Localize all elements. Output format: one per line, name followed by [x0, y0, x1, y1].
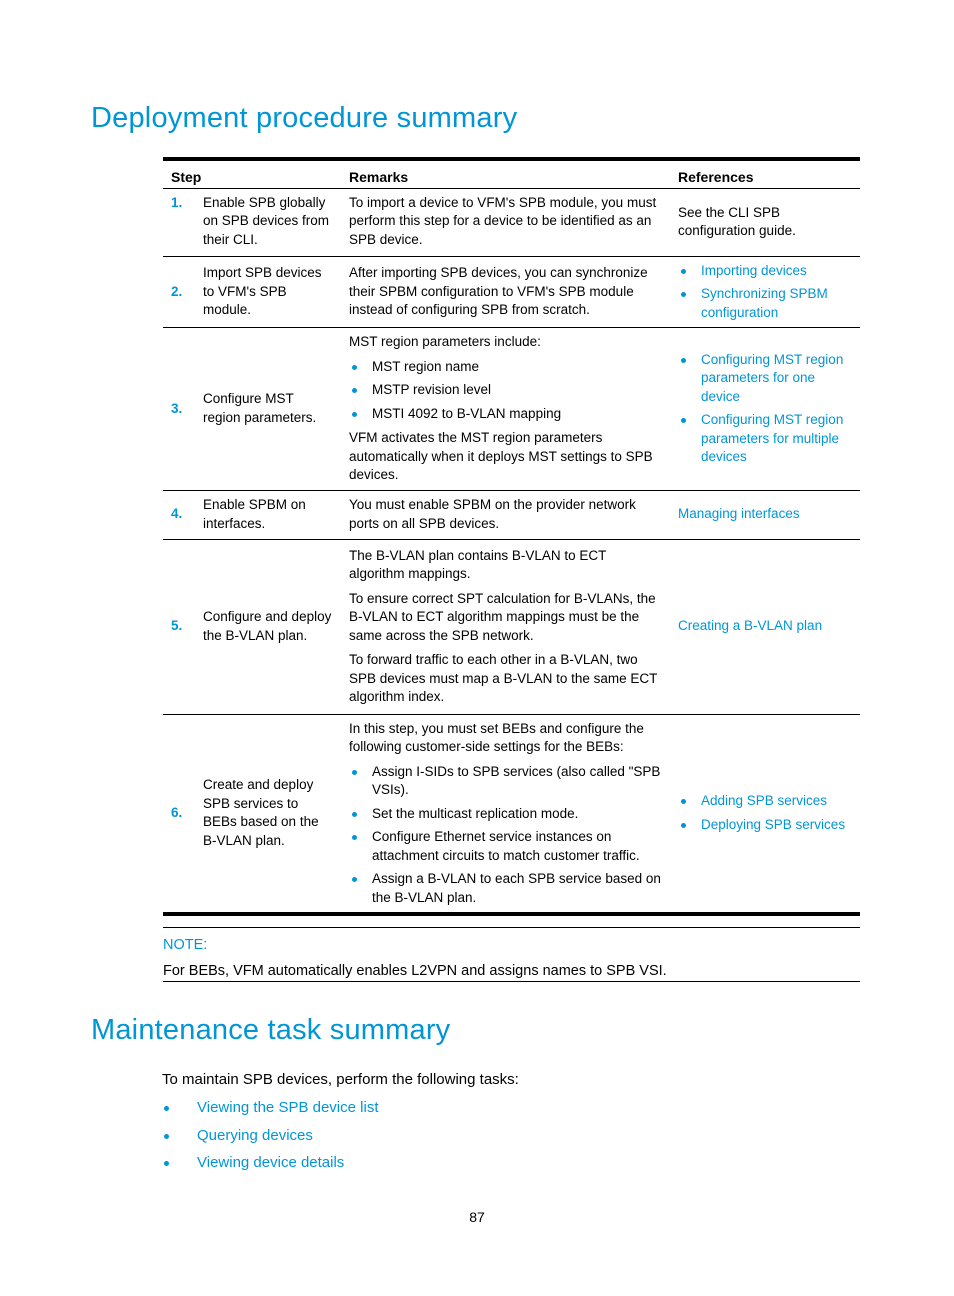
remarks-paragraph: To ensure correct SPT calculation for B-…	[349, 590, 656, 643]
step-number: 5.	[171, 618, 183, 634]
remarks-bullet: Set the multicast replication mode.	[349, 805, 662, 824]
step-remarks: You must enable SPBM on the provider net…	[349, 497, 636, 531]
table-row: 6. Create and deploy SPB services to BEB…	[163, 714, 860, 914]
remarks-bullet: MSTI 4092 to B-VLAN mapping	[349, 405, 662, 424]
step-remarks: The B-VLAN plan contains B-VLAN to ECT a…	[341, 539, 670, 714]
table-header-row: Step Remarks References	[163, 159, 860, 188]
section-title-deployment: Deployment procedure summary	[91, 102, 518, 134]
step-number: 2.	[171, 283, 183, 299]
task-link-view-device-list[interactable]: Viewing the SPB device list	[162, 1097, 379, 1125]
table-row: 4. Enable SPBM on interfaces. You must e…	[163, 490, 860, 539]
header-remarks: Remarks	[349, 169, 409, 185]
table-row: 2. Import SPB devices to VFM's SPB modul…	[163, 256, 860, 328]
maintenance-task-list: Viewing the SPB device list Querying dev…	[162, 1097, 379, 1180]
note-box: NOTE: For BEBs, VFM automatically enable…	[163, 927, 860, 982]
step-number: 4.	[171, 506, 183, 522]
step-remarks: In this step, you must set BEBs and conf…	[341, 714, 670, 914]
step-description: Import SPB devices to VFM's SPB module.	[203, 265, 322, 317]
remarks-paragraph: MST region parameters include:	[349, 334, 541, 349]
reference-link[interactable]: Deploying SPB services	[678, 816, 852, 835]
reference-link[interactable]: Adding SPB services	[678, 792, 852, 811]
step-reference: See the CLI SPB configuration guide.	[678, 204, 796, 239]
step-remarks: MST region parameters include: MST regio…	[341, 328, 670, 491]
table-row: 5. Configure and deploy the B-VLAN plan.…	[163, 539, 860, 714]
remarks-bullet: Assign I-SIDs to SPB services (also call…	[349, 763, 662, 800]
section-title-maintenance: Maintenance task summary	[91, 1014, 451, 1046]
remarks-bullet: Assign a B-VLAN to each SPB service base…	[349, 870, 662, 907]
reference-link[interactable]: Importing devices	[678, 262, 852, 281]
step-description: Create and deploy SPB services to BEBs b…	[203, 777, 319, 848]
reference-link[interactable]: Managing interfaces	[670, 490, 860, 539]
remarks-paragraph: In this step, you must set BEBs and conf…	[349, 720, 644, 755]
task-link-query-devices[interactable]: Querying devices	[162, 1125, 379, 1153]
reference-link[interactable]: Configuring MST region parameters for mu…	[678, 411, 852, 467]
step-references: Configuring MST region parameters for on…	[670, 328, 860, 491]
step-remarks: After importing SPB devices, you can syn…	[349, 265, 648, 317]
remarks-paragraph: To forward traffic to each other in a B-…	[349, 652, 658, 704]
header-references: References	[678, 169, 754, 185]
table-row: 1. Enable SPB globally on SPB devices fr…	[163, 188, 860, 256]
remarks-paragraph: VFM activates the MST region parameters …	[349, 430, 653, 482]
step-number: 3.	[171, 400, 183, 416]
remarks-paragraph: The B-VLAN plan contains B-VLAN to ECT a…	[349, 547, 607, 582]
step-references: Adding SPB services Deploying SPB servic…	[670, 714, 860, 914]
reference-link[interactable]: Synchronizing SPBM configuration	[678, 285, 852, 322]
maintenance-intro: To maintain SPB devices, perform the fol…	[162, 1071, 519, 1088]
note-body: For BEBs, VFM automatically enables L2VP…	[163, 963, 667, 979]
deployment-steps-table: Step Remarks References 1. Enable SPB gl…	[163, 157, 860, 916]
header-step: Step	[171, 169, 202, 185]
step-description: Enable SPBM on interfaces.	[203, 497, 306, 531]
task-link-view-device-details[interactable]: Viewing device details	[162, 1152, 379, 1180]
step-description: Configure MST region parameters.	[203, 391, 317, 425]
step-references: Importing devices Synchronizing SPBM con…	[670, 256, 860, 328]
step-remarks: To import a device to VFM's SPB module, …	[349, 194, 657, 247]
step-number: 1.	[171, 194, 183, 210]
step-description: Configure and deploy the B-VLAN plan.	[203, 609, 332, 643]
remarks-bullet: MSTP revision level	[349, 381, 662, 400]
reference-link[interactable]: Creating a B-VLAN plan	[670, 539, 860, 714]
remarks-bullet: MST region name	[349, 358, 662, 377]
table-row: 3. Configure MST region parameters. MST …	[163, 328, 860, 491]
step-description: Enable SPB globally on SPB devices from …	[203, 194, 330, 247]
page-number: 87	[469, 1209, 485, 1225]
step-number: 6.	[171, 805, 183, 820]
note-title: NOTE:	[163, 937, 208, 953]
reference-link[interactable]: Configuring MST region parameters for on…	[678, 351, 852, 407]
remarks-bullet: Configure Ethernet service instances on …	[349, 828, 662, 865]
